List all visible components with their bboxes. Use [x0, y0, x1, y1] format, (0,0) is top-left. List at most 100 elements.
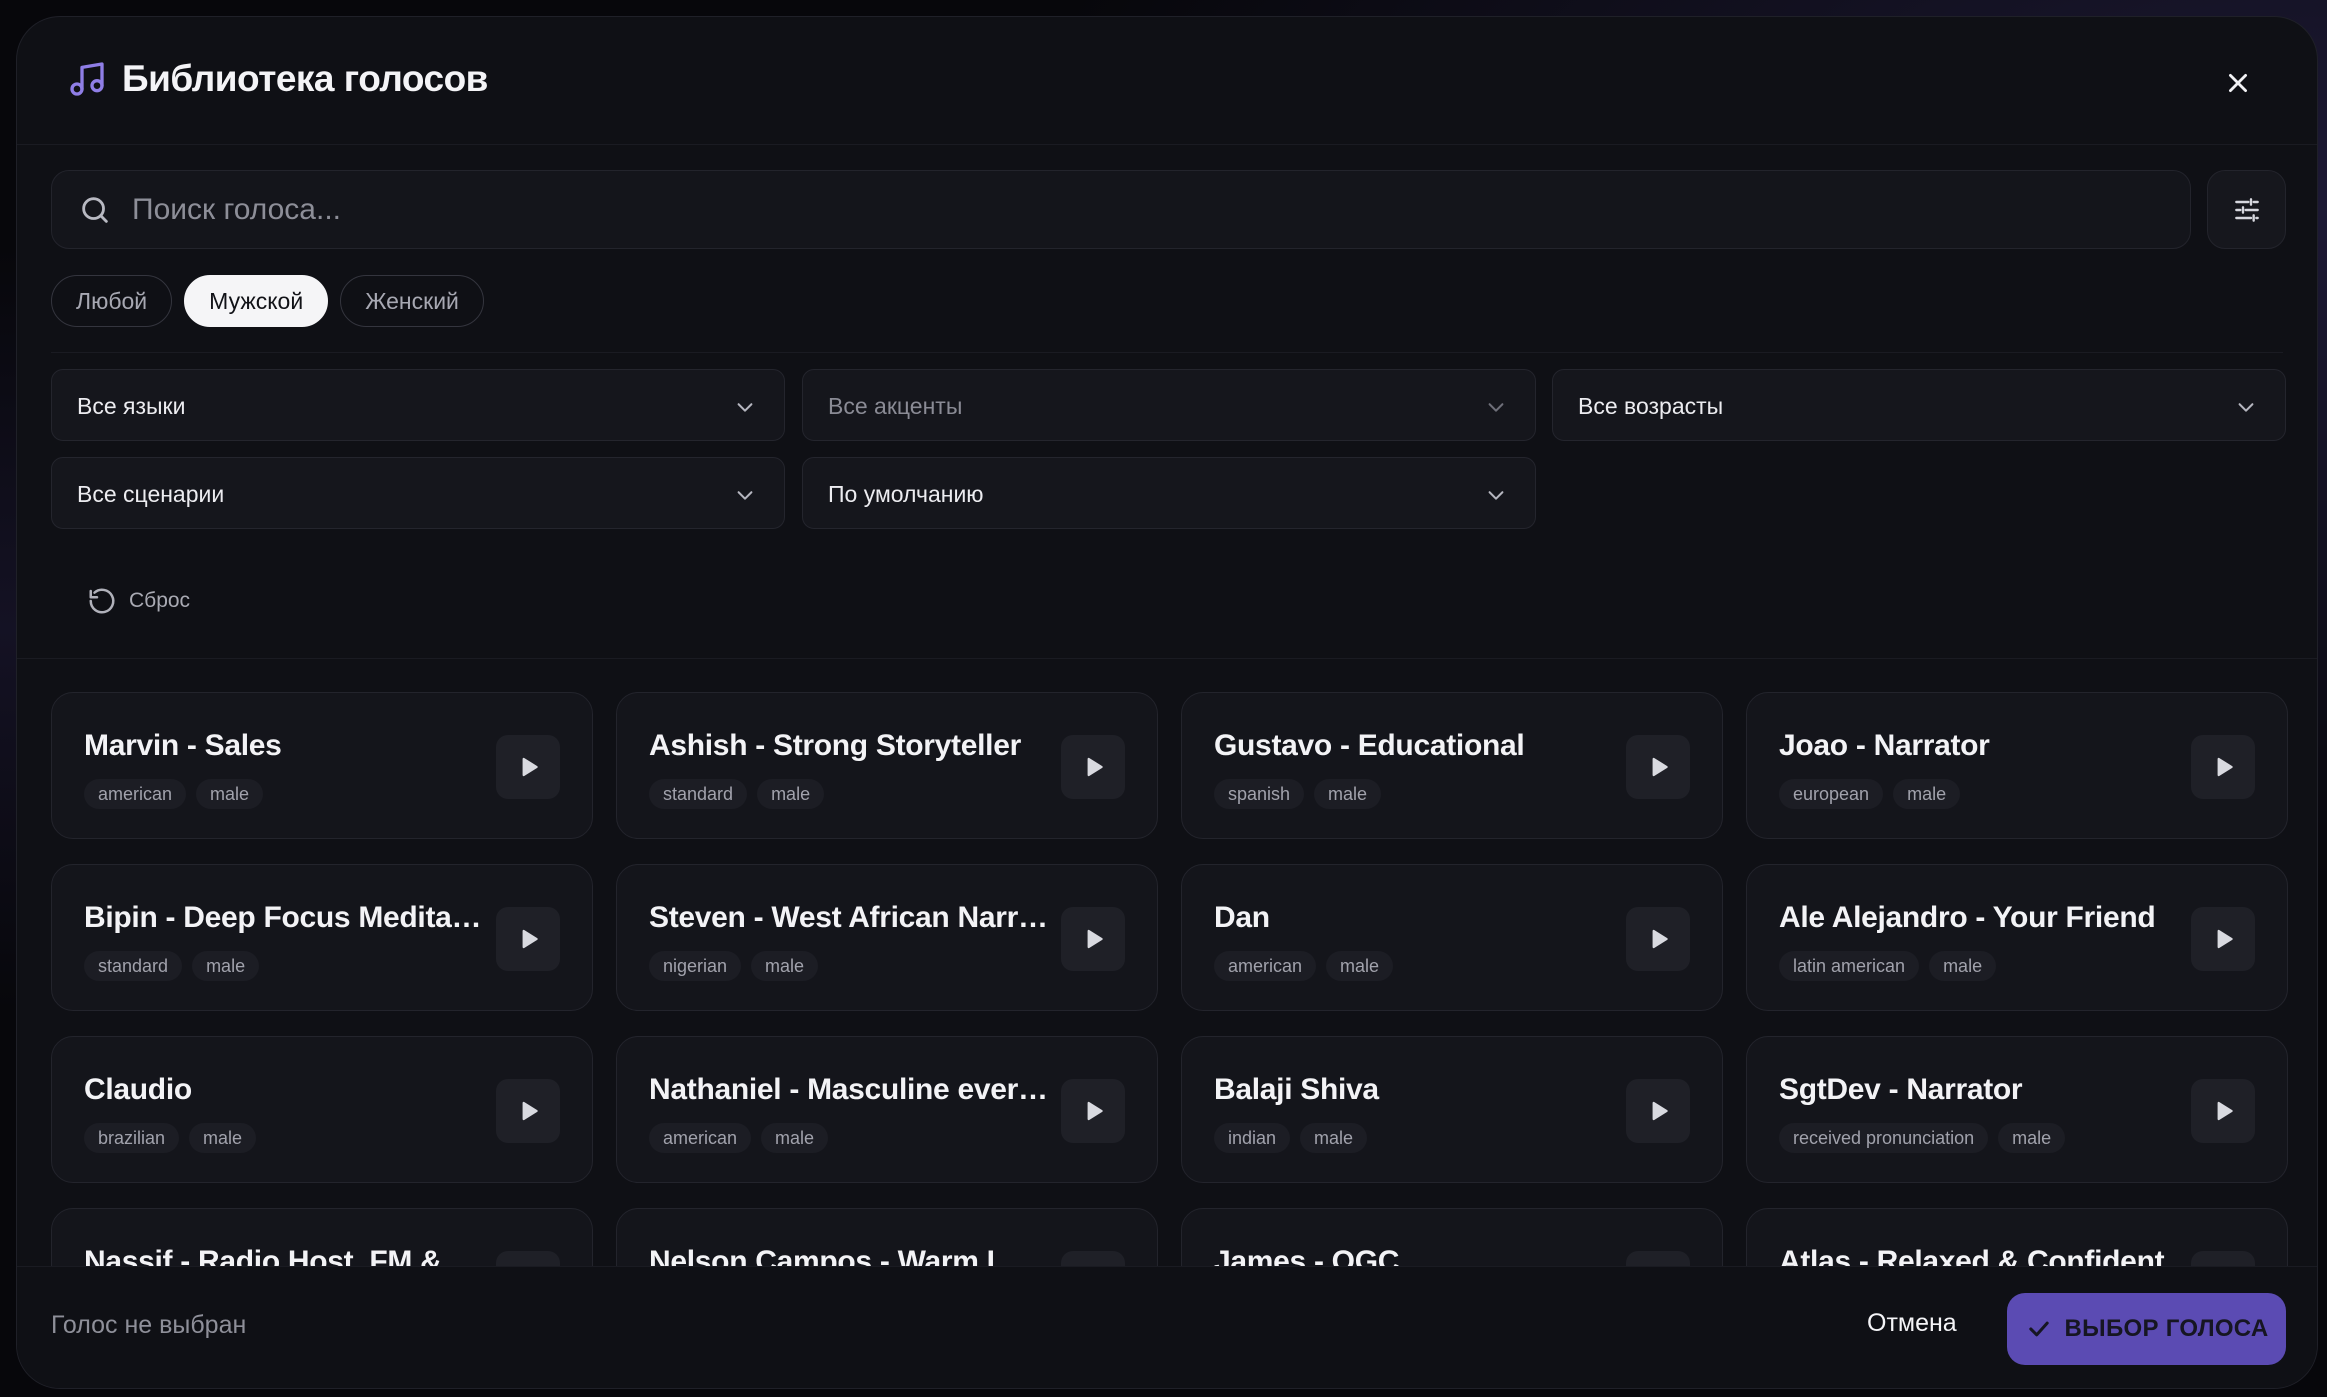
modal-title: Библиотека голосов: [122, 58, 488, 99]
age-select[interactable]: Все возрасты: [1552, 369, 2286, 441]
play-icon: [1652, 1101, 1668, 1121]
selection-status: Голос не выбран: [51, 1311, 247, 1339]
voice-tags: standard male: [649, 779, 825, 809]
play-preview-button[interactable]: [2191, 735, 2255, 799]
check-icon: [2028, 1321, 2049, 1337]
play-preview-button[interactable]: [496, 907, 560, 971]
voice-tags: american male: [84, 779, 264, 809]
voice-tags: american male: [649, 1123, 829, 1153]
play-icon: [1652, 757, 1668, 777]
play-preview-button[interactable]: [1061, 1079, 1125, 1143]
voice-card[interactable]: Ale Alejandro - Your Friend latin america…: [1746, 864, 2288, 1011]
music-note-icon: [70, 62, 104, 96]
cancel-button[interactable]: Отмена: [1867, 1309, 1957, 1338]
voice-tag: male: [1998, 1123, 2066, 1153]
voice-card[interactable]: Joao - Narrator european male: [1746, 692, 2288, 839]
chevron-down-icon: [1488, 491, 1504, 500]
play-preview-button[interactable]: [496, 1079, 560, 1143]
voice-tag: latin american: [1779, 951, 1920, 981]
voice-tag: american: [84, 779, 187, 809]
reset-label: Сброс: [129, 589, 191, 612]
play-preview-button[interactable]: [2191, 907, 2255, 971]
scenario-select[interactable]: Все сценарии: [51, 457, 785, 529]
voice-name: SgtDev - Narrator: [1779, 1073, 2023, 1106]
voice-tag: american: [649, 1123, 752, 1153]
play-icon: [1087, 929, 1103, 949]
voice-card[interactable]: Ashish - Strong Storyteller standard male: [616, 692, 1158, 839]
voice-tag: male: [761, 1123, 829, 1153]
voice-tag: indian: [1214, 1123, 1291, 1153]
voice-name: Dan: [1214, 901, 1270, 934]
search-input[interactable]: [132, 171, 2162, 248]
play-preview-button[interactable]: [1626, 1079, 1690, 1143]
voice-tag: male: [1314, 779, 1382, 809]
reset-button[interactable]: Сброс: [87, 585, 190, 617]
voice-tags: received pronunciation male: [1779, 1123, 2066, 1153]
voice-card[interactable]: Claudio brazilian male: [51, 1036, 593, 1183]
chevron-down-icon: [1488, 403, 1504, 412]
voice-tag: brazilian: [84, 1123, 180, 1153]
play-preview-button[interactable]: [1061, 735, 1125, 799]
play-icon: [2217, 929, 2233, 949]
voice-name: Ale Alejandro - Your Friend: [1779, 901, 2156, 934]
voice-card[interactable]: Nathaniel - Masculine everyday american ma…: [616, 1036, 1158, 1183]
voice-name: Steven - West African Narrator: [649, 901, 1049, 934]
chip-female[interactable]: Женский: [340, 275, 484, 327]
voice-card[interactable]: Gustavo - Educational spanish male: [1181, 692, 1723, 839]
voice-card[interactable]: Dan american male: [1181, 864, 1723, 1011]
voice-grid: Marvin - Sales american male Ashish - Stron…: [51, 692, 2288, 1283]
play-preview-button[interactable]: [1626, 735, 1690, 799]
play-preview-button[interactable]: [1626, 907, 1690, 971]
chip-male[interactable]: Мужской: [184, 275, 329, 327]
play-preview-button[interactable]: [1061, 907, 1125, 971]
voice-tag: received pronunciation: [1779, 1123, 1989, 1153]
scenario-select-label: Все сценарии: [77, 481, 225, 507]
accent-select-label: Все акценты: [828, 393, 963, 419]
voice-card[interactable]: SgtDev - Narrator received pronunciation m…: [1746, 1036, 2288, 1183]
play-icon: [522, 929, 538, 949]
voice-name: Bipin - Deep Focus Meditation: [84, 901, 484, 934]
voice-tag: male: [1929, 951, 1997, 981]
chevron-down-icon: [737, 403, 753, 412]
play-preview-button[interactable]: [496, 735, 560, 799]
language-select[interactable]: Все языки: [51, 369, 785, 441]
reset-icon: [89, 588, 115, 614]
sort-select[interactable]: По умолчанию: [802, 457, 1536, 529]
voice-name: Ashish - Strong Storyteller: [649, 729, 1021, 762]
close-button[interactable]: [2222, 67, 2254, 99]
accent-select[interactable]: Все акценты: [802, 369, 1536, 441]
voice-card[interactable]: Marvin - Sales american male: [51, 692, 593, 839]
voice-card[interactable]: Steven - West African Narrator nigerian ma…: [616, 864, 1158, 1011]
filter-settings-button[interactable]: [2207, 170, 2286, 249]
voice-tags: european male: [1779, 779, 1961, 809]
chevron-down-icon: [2238, 403, 2254, 412]
play-preview-button[interactable]: [2191, 1079, 2255, 1143]
voice-card[interactable]: Balaji Shiva indian male: [1181, 1036, 1723, 1183]
voice-card[interactable]: Bipin - Deep Focus Meditation standard mal…: [51, 864, 593, 1011]
voice-tag: male: [196, 779, 264, 809]
voice-tag: american: [1214, 951, 1317, 981]
voice-tag: nigerian: [649, 951, 742, 981]
voice-name: Joao - Narrator: [1779, 729, 1990, 762]
search-icon: [82, 197, 108, 223]
modal-footer: Голос не выбран Отмена ВЫБОР ГОЛОСА: [17, 1266, 2317, 1388]
voice-tags: spanish male: [1214, 779, 1382, 809]
search-box: [51, 170, 2191, 249]
select-voice-button[interactable]: ВЫБОР ГОЛОСА: [2007, 1293, 2286, 1365]
voice-tags: brazilian male: [84, 1123, 257, 1153]
voice-name: Balaji Shiva: [1214, 1073, 1379, 1106]
voice-tag: standard: [84, 951, 183, 981]
voice-tag: male: [1326, 951, 1394, 981]
sort-select-label: По умолчанию: [828, 481, 984, 507]
modal-header: Библиотека голосов: [17, 17, 2317, 145]
voice-name: Gustavo - Educational: [1214, 729, 1525, 762]
divider: [51, 352, 2283, 353]
sliders-icon: [2234, 197, 2259, 222]
chip-any[interactable]: Любой: [51, 275, 173, 327]
voice-list: Marvin - Sales american male Ashish - Stron…: [17, 659, 2317, 1283]
voice-tags: american male: [1214, 951, 1394, 981]
play-icon: [522, 1101, 538, 1121]
voice-tag: male: [189, 1123, 257, 1153]
voice-library-modal: Библиотека голосов Любой Мужской Женский…: [16, 16, 2318, 1389]
chevron-down-icon: [737, 491, 753, 500]
